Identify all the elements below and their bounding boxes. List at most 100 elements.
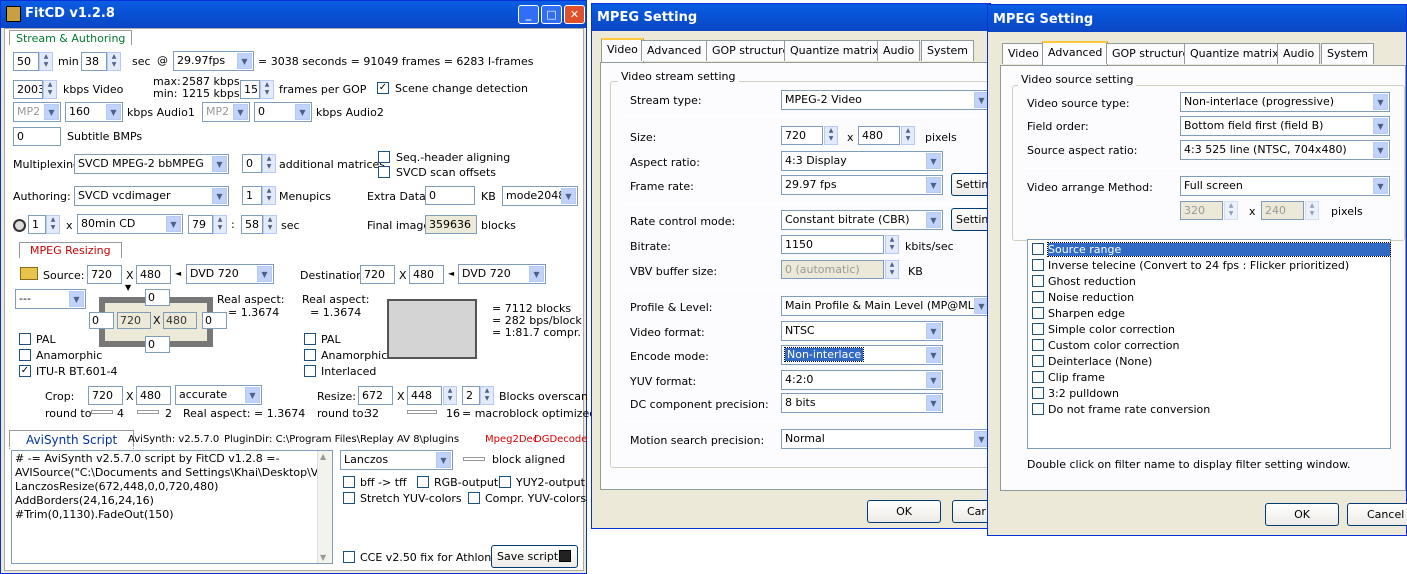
bff-checkbox[interactable] — [343, 476, 355, 488]
block-aligned-slider[interactable] — [463, 457, 485, 461]
source-height-input[interactable]: 480 — [136, 265, 171, 284]
aspect-ratio-select[interactable]: 4:3 Display ▼ — [781, 151, 943, 171]
video-format-select[interactable]: NTSC ▼ — [781, 321, 943, 341]
seconds-input[interactable]: 38 — [81, 52, 107, 71]
subtitle-input[interactable]: 0 — [13, 127, 61, 146]
anamorphic-checkbox-1[interactable] — [19, 349, 31, 361]
disc-select[interactable]: 80min CD ▼ — [77, 214, 183, 234]
dest-width-input[interactable]: 720 — [360, 265, 395, 284]
folder-icon[interactable] — [20, 267, 38, 280]
fps-select[interactable]: 29.97fps ▼ — [173, 51, 254, 71]
video-kbps-input[interactable]: 2003 — [13, 80, 43, 99]
resizer-select[interactable]: Lanczos ▼ — [340, 450, 453, 470]
filter-list[interactable]: Source range Inverse telecine (Convert t… — [1027, 239, 1391, 449]
vbv-input[interactable]: 0 (automatic) — [781, 260, 884, 279]
gop-input[interactable]: 15 — [240, 80, 260, 99]
filter-item[interactable]: Deinterlace (None) — [1032, 355, 1152, 371]
source-width-input[interactable]: 720 — [87, 265, 122, 284]
roundto-slider-b[interactable] — [137, 410, 159, 414]
disc-min-spinner[interactable]: ▲ ▼ — [213, 215, 227, 234]
tab-system[interactable]: System — [921, 40, 975, 61]
dest-preset-select[interactable]: DVD 720 ▼ — [458, 264, 546, 284]
tab-quantize-matrix[interactable]: Quantize matrix — [784, 40, 885, 61]
video-kbps-spinner[interactable]: ▲ ▼ — [43, 80, 57, 99]
source-aspect-select[interactable]: 4:3 525 line (NTSC, 704x480) ▼ — [1180, 140, 1390, 160]
motion-search-select[interactable]: Normal ▼ — [781, 429, 991, 449]
close-icon[interactable]: ✕ — [564, 5, 585, 24]
scene-change-checkbox[interactable]: ✓ — [377, 82, 389, 94]
crop-top-input[interactable]: 0 — [145, 289, 170, 306]
script-scrollbar[interactable]: ▲ ▼ — [317, 451, 332, 563]
mpeg2-titlebar[interactable]: MPEG Setting — [988, 5, 1406, 32]
save-script-button[interactable]: Save script — [491, 545, 578, 568]
tab-gop-structure[interactable]: GOP structure — [1106, 43, 1196, 64]
tab-audio[interactable]: Audio — [877, 40, 921, 61]
minutes-input[interactable]: 50 — [13, 52, 39, 71]
compr-checkbox[interactable] — [468, 492, 480, 504]
cancel-button[interactable]: Car — [952, 500, 992, 523]
authoring-select[interactable]: SVCD vcdimager ▼ — [74, 186, 229, 206]
filter-item[interactable]: Simple color correction — [1032, 323, 1175, 339]
filter-item[interactable]: Clip frame — [1032, 371, 1105, 387]
source-preset-select[interactable]: DVD 720 ▼ — [186, 264, 274, 284]
multiplexing-select[interactable]: SVCD MPEG-2 bbMPEG ▼ — [74, 154, 229, 174]
tab-audio[interactable]: Audio — [1277, 43, 1321, 64]
tab-system[interactable]: System — [1321, 43, 1375, 64]
mode-select[interactable]: mode2048 ▼ — [502, 186, 578, 206]
tab-advanced[interactable]: Advanced — [1042, 41, 1109, 65]
minimize-icon[interactable]: _ — [518, 5, 539, 24]
overscan-input[interactable]: 2 — [462, 386, 480, 405]
vbv-spinner[interactable]: ▲ ▼ — [885, 260, 899, 279]
filter-item[interactable]: Noise reduction — [1032, 291, 1134, 307]
crop2-height-input[interactable]: 480 — [136, 386, 171, 405]
disc-count-input[interactable]: 1 — [28, 215, 46, 234]
script-line[interactable]: LanczosResize(672,448,0,0,720,480) — [15, 480, 218, 493]
crop-right-input[interactable]: 0 — [202, 312, 227, 329]
mpeg2dec-label[interactable]: Mpeg2Dec — [485, 434, 538, 445]
source-down-arrow-icon[interactable]: ▼ — [125, 283, 131, 292]
maximize-icon[interactable]: □ — [541, 5, 562, 24]
script-line[interactable]: AVISource("C:\Documents and Settings\Kha… — [15, 466, 332, 479]
audio1-rate-select[interactable]: 160 ▼ — [65, 102, 123, 122]
audio1-type-select[interactable]: MP2 ▼ — [13, 102, 61, 122]
bitrate-spinner[interactable]: ▲ ▼ — [885, 235, 899, 254]
script-line[interactable]: AddBorders(24,16,24,16) — [15, 494, 154, 507]
crop2-width-input[interactable]: 720 — [88, 386, 123, 405]
gop-spinner[interactable]: ▲ ▼ — [260, 80, 274, 99]
scroll-up-icon[interactable]: ▲ — [320, 452, 326, 461]
tab-quantize-matrix[interactable]: Quantize matrix — [1184, 43, 1285, 64]
stream-type-select[interactable]: MPEG-2 Video ▼ — [781, 90, 991, 110]
tab-gop-structure[interactable]: GOP structure — [706, 40, 796, 61]
menupics-spinner[interactable]: ▲ ▼ — [262, 186, 276, 205]
filter-item[interactable]: Sharpen edge — [1032, 307, 1125, 323]
disc-count-spinner[interactable]: ▲ ▼ — [46, 215, 60, 234]
arrange-method-select[interactable]: Full screen ▼ — [1180, 176, 1390, 196]
disc-min-input[interactable]: 79 — [188, 215, 213, 234]
size-width-input[interactable]: 720 — [781, 126, 823, 145]
audio2-rate-select[interactable]: 0 ▼ — [254, 102, 312, 122]
menupics-input[interactable]: 1 — [242, 186, 262, 205]
arrange-width-input[interactable]: 320 — [1180, 201, 1223, 220]
filter-item[interactable]: 3:2 pulldown — [1032, 387, 1119, 403]
crop-mode-select[interactable]: accurate ▼ — [175, 385, 262, 405]
profile-level-select[interactable]: Main Profile & Main Level (MP@ML) ▼ — [781, 296, 991, 316]
dest-height-input[interactable]: 480 — [409, 265, 444, 284]
minutes-spinner[interactable]: ▲ ▼ — [39, 52, 53, 71]
filter-item[interactable]: Do not frame rate conversion — [1032, 403, 1210, 419]
filter-item[interactable]: Ghost reduction — [1032, 275, 1136, 291]
frame-rate-select[interactable]: 29.97 fps ▼ — [781, 175, 943, 195]
audio2-type-select[interactable]: MP2 ▼ — [202, 102, 250, 122]
arrange-width-spinner[interactable]: ▲ ▼ — [1224, 201, 1238, 220]
seqheader-checkbox[interactable] — [378, 151, 390, 163]
tab-advanced[interactable]: Advanced — [641, 40, 708, 61]
disc-sec-spinner[interactable]: ▲ ▼ — [263, 215, 277, 234]
resize-width-input[interactable]: 672 — [358, 386, 393, 405]
matrices-input[interactable]: 0 — [242, 154, 262, 173]
yuy2-checkbox[interactable] — [499, 476, 511, 488]
interlaced-checkbox[interactable] — [304, 365, 316, 377]
resize-spinner[interactable]: ▲ ▼ — [443, 386, 457, 405]
aspect-preset-select[interactable]: --- ▼ — [15, 289, 86, 309]
overscan-spinner[interactable]: ▲ ▼ — [480, 386, 494, 405]
crop-left-input[interactable]: 0 — [89, 312, 114, 329]
dgdecode-label[interactable]: DGDecode — [534, 434, 587, 445]
